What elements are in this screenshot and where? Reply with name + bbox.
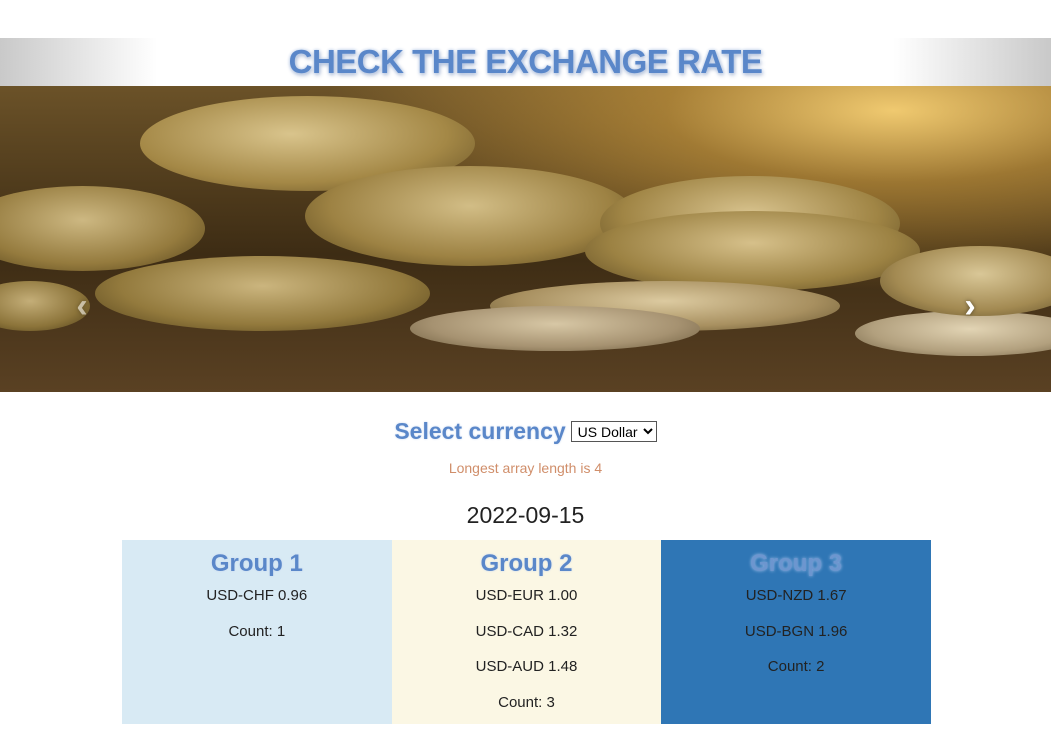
group-2-panel: Group 2 USD-EUR 1.00 USD-CAD 1.32 USD-AU…: [392, 540, 662, 724]
rate-date: 2022-09-15: [0, 502, 1051, 529]
carousel-next-button[interactable]: ›: [955, 286, 985, 326]
rate-item: USD-CAD 1.32: [392, 623, 662, 659]
image-carousel[interactable]: ‹ ›: [0, 86, 1051, 392]
rate-item: USD-EUR 1.00: [392, 587, 662, 623]
carousel-prev-button[interactable]: ‹: [67, 286, 97, 326]
rate-item: USD-BGN 1.96: [661, 623, 931, 659]
group-1-panel: Group 1 USD-CHF 0.96 Count: 1: [122, 540, 392, 724]
rate-item: USD-AUD 1.48: [392, 658, 662, 694]
currency-select-label: Select currency: [394, 418, 565, 445]
group-2-title: Group 2: [392, 550, 662, 578]
rate-item: USD-CHF 0.96: [122, 587, 392, 623]
group-3-count: Count: 2: [661, 658, 931, 694]
chevron-right-icon: ›: [964, 287, 975, 325]
group-1-count: Count: 1: [122, 623, 392, 659]
rate-groups: Group 1 USD-CHF 0.96 Count: 1 Group 2 US…: [122, 540, 931, 724]
group-3-panel: Group 3 USD-NZD 1.67 USD-BGN 1.96 Count:…: [661, 540, 931, 724]
chevron-left-icon: ‹: [76, 287, 87, 325]
page-header: CHECK THE EXCHANGE RATE: [0, 38, 1051, 86]
rate-item: USD-NZD 1.67: [661, 587, 931, 623]
page-title: CHECK THE EXCHANGE RATE: [289, 43, 763, 81]
currency-select[interactable]: US Dollar: [571, 421, 657, 442]
currency-selector-row: Select currency US Dollar: [0, 418, 1051, 445]
carousel-slide-image: [0, 86, 1051, 392]
group-3-title: Group 3: [661, 550, 931, 578]
group-1-title: Group 1: [122, 550, 392, 578]
longest-array-note: Longest array length is 4: [0, 460, 1051, 476]
